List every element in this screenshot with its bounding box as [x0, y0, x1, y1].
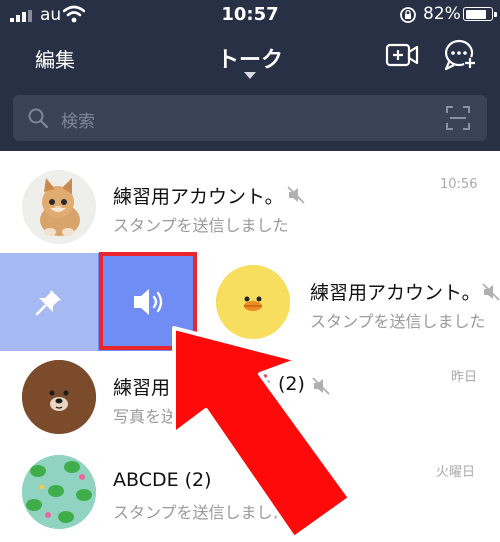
kitten-avatar-image [22, 170, 96, 244]
muted-icon [482, 283, 500, 301]
chevron-down-icon[interactable] [244, 72, 256, 79]
battery-icon [463, 7, 497, 21]
chat-name: 練習用アカウント。 [113, 186, 284, 208]
avatar [22, 360, 96, 434]
page-title-container: トーク [0, 42, 500, 74]
page-title[interactable]: トーク [217, 48, 283, 73]
video-call-icon[interactable] [385, 40, 419, 70]
frog-pattern-avatar-image [22, 455, 96, 529]
chat-name: 練習用アカウント。 [310, 282, 481, 304]
chat-time: 昨日 [451, 370, 478, 385]
chat-row[interactable]: 練習用アカウント。 スタンプを送信しました 10:56 [0, 158, 500, 253]
app-header: au 10:57 82% 編集 トーク 検索 [0, 0, 500, 151]
pointer-arrow-annotation [172, 326, 352, 540]
pin-icon [35, 290, 61, 316]
avatar [22, 455, 96, 529]
chat-time: 10:56 [440, 177, 478, 192]
avatar [22, 170, 96, 244]
pin-chat-button[interactable] [0, 253, 98, 351]
status-bar: au 10:57 82% [0, 0, 500, 30]
new-chat-icon[interactable] [443, 38, 477, 72]
muted-icon [287, 186, 305, 204]
chat-time: 火曜日 [436, 465, 476, 480]
search-placeholder[interactable]: 検索 [61, 107, 95, 132]
qr-scan-icon[interactable] [445, 105, 471, 131]
brown-bear-avatar-image [22, 360, 96, 434]
search-icon [28, 108, 49, 129]
speaker-icon [134, 289, 163, 315]
orientation-lock-icon [400, 7, 416, 23]
battery-percent: 82% [423, 4, 461, 24]
search-bar[interactable]: 検索 [13, 95, 487, 141]
chat-preview: スタンプを送信しました [113, 216, 289, 235]
